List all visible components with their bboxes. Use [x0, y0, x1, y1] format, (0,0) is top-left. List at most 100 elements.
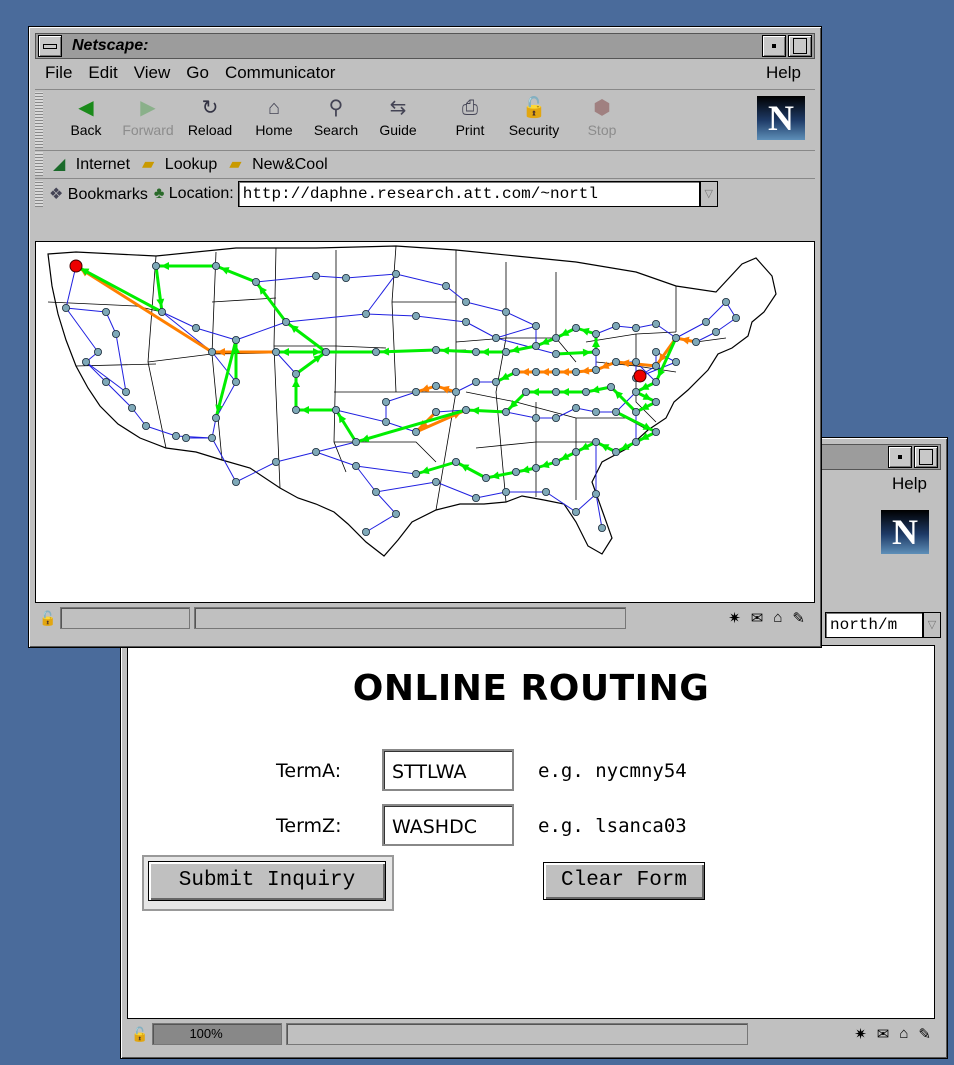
- network-node[interactable]: [501, 487, 510, 496]
- discussions-icon[interactable]: ⌂: [773, 609, 782, 627]
- network-node[interactable]: [491, 377, 500, 386]
- network-node[interactable]: [607, 382, 616, 391]
- menu-communicator[interactable]: Communicator: [225, 63, 336, 83]
- network-node[interactable]: [82, 358, 91, 367]
- network-node[interactable]: [501, 407, 510, 416]
- maximize-button[interactable]: [788, 35, 812, 57]
- window-menu-button[interactable]: [38, 35, 62, 57]
- network-node[interactable]: [521, 387, 530, 396]
- network-node[interactable]: [431, 477, 440, 486]
- network-node[interactable]: [171, 431, 180, 440]
- network-node[interactable]: [592, 348, 601, 357]
- composer-icon[interactable]: ✎: [918, 1025, 931, 1043]
- home-button[interactable]: ⌂ Home: [245, 94, 303, 138]
- security-lock-icon[interactable]: 🔓: [39, 610, 56, 627]
- network-node[interactable]: [592, 407, 601, 416]
- inbox-icon[interactable]: ✉: [877, 1025, 890, 1043]
- network-node[interactable]: [652, 427, 661, 436]
- url-field[interactable]: north/m: [825, 612, 923, 638]
- forward-button[interactable]: ▶ Forward: [119, 94, 177, 138]
- network-node[interactable]: [371, 487, 380, 496]
- network-node[interactable]: [311, 271, 320, 280]
- network-node[interactable]: [541, 487, 550, 496]
- network-node[interactable]: [592, 489, 601, 498]
- network-node[interactable]: [572, 324, 581, 333]
- network-node[interactable]: [672, 358, 681, 367]
- network-node[interactable]: [652, 397, 661, 406]
- route-endpoint[interactable]: [633, 369, 647, 383]
- toolbar-grip[interactable]: [35, 92, 43, 148]
- network-node[interactable]: [732, 314, 741, 323]
- network-node[interactable]: [531, 463, 540, 472]
- us-network-route-map[interactable]: [36, 242, 814, 602]
- network-node[interactable]: [612, 322, 621, 331]
- network-node[interactable]: [481, 473, 490, 482]
- network-node[interactable]: [152, 261, 161, 270]
- network-node[interactable]: [112, 330, 121, 339]
- network-node[interactable]: [511, 467, 520, 476]
- network-node[interactable]: [702, 318, 711, 327]
- network-node[interactable]: [552, 334, 561, 343]
- network-node[interactable]: [381, 417, 390, 426]
- network-node[interactable]: [122, 387, 131, 396]
- minimize-button[interactable]: [762, 35, 786, 57]
- network-node[interactable]: [411, 427, 420, 436]
- network-node[interactable]: [471, 348, 480, 357]
- stop-button[interactable]: ⬢ Stop: [573, 94, 631, 138]
- maximize-button[interactable]: [914, 446, 938, 468]
- network-node[interactable]: [471, 377, 480, 386]
- network-node[interactable]: [142, 421, 151, 430]
- network-node[interactable]: [102, 377, 111, 386]
- submit-inquiry-button[interactable]: Submit Inquiry: [148, 861, 386, 901]
- network-node[interactable]: [632, 407, 641, 416]
- network-node[interactable]: [371, 348, 380, 357]
- network-node[interactable]: [652, 362, 661, 371]
- network-node[interactable]: [531, 342, 540, 351]
- internet-link[interactable]: ◢ Internet: [49, 154, 132, 174]
- network-node[interactable]: [251, 278, 260, 287]
- security-lock-icon[interactable]: 🔓: [131, 1026, 148, 1043]
- network-node[interactable]: [351, 461, 360, 470]
- network-node[interactable]: [361, 527, 370, 536]
- network-node[interactable]: [291, 369, 300, 378]
- network-node[interactable]: [231, 377, 240, 386]
- netscape-logo[interactable]: N: [757, 96, 805, 140]
- navigator-icon[interactable]: ✷: [728, 609, 741, 627]
- new-cool-link[interactable]: ▰ New&Cool: [225, 154, 329, 174]
- print-button[interactable]: ⎙ Print: [441, 94, 499, 138]
- network-node[interactable]: [612, 407, 621, 416]
- network-node[interactable]: [311, 447, 320, 456]
- network-node[interactable]: [281, 318, 290, 327]
- network-node[interactable]: [411, 469, 420, 478]
- reload-button[interactable]: ↻ Reload: [181, 94, 239, 138]
- network-node[interactable]: [321, 348, 330, 357]
- network-node[interactable]: [102, 308, 111, 317]
- network-node[interactable]: [572, 447, 581, 456]
- network-node[interactable]: [361, 310, 370, 319]
- menu-edit[interactable]: Edit: [88, 63, 117, 83]
- network-node[interactable]: [158, 308, 167, 317]
- network-node[interactable]: [552, 368, 561, 377]
- network-node[interactable]: [411, 312, 420, 321]
- network-node[interactable]: [271, 348, 280, 357]
- network-node[interactable]: [632, 324, 641, 333]
- inbox-icon[interactable]: ✉: [751, 609, 764, 627]
- network-node[interactable]: [231, 336, 240, 345]
- network-node[interactable]: [231, 477, 240, 486]
- network-node[interactable]: [692, 338, 701, 347]
- network-node[interactable]: [531, 413, 540, 422]
- network-node[interactable]: [211, 413, 220, 422]
- network-node[interactable]: [461, 405, 470, 414]
- network-node[interactable]: [271, 457, 280, 466]
- menu-view[interactable]: View: [134, 63, 171, 83]
- network-node[interactable]: [441, 282, 450, 291]
- network-node[interactable]: [451, 387, 460, 396]
- network-node[interactable]: [612, 358, 621, 367]
- guide-button[interactable]: ⇆ Guide: [369, 94, 427, 138]
- netscape-logo[interactable]: N: [881, 510, 929, 554]
- network-node[interactable]: [451, 457, 460, 466]
- network-node[interactable]: [592, 330, 601, 339]
- network-node[interactable]: [181, 433, 190, 442]
- network-node[interactable]: [431, 407, 440, 416]
- network-node[interactable]: [582, 387, 591, 396]
